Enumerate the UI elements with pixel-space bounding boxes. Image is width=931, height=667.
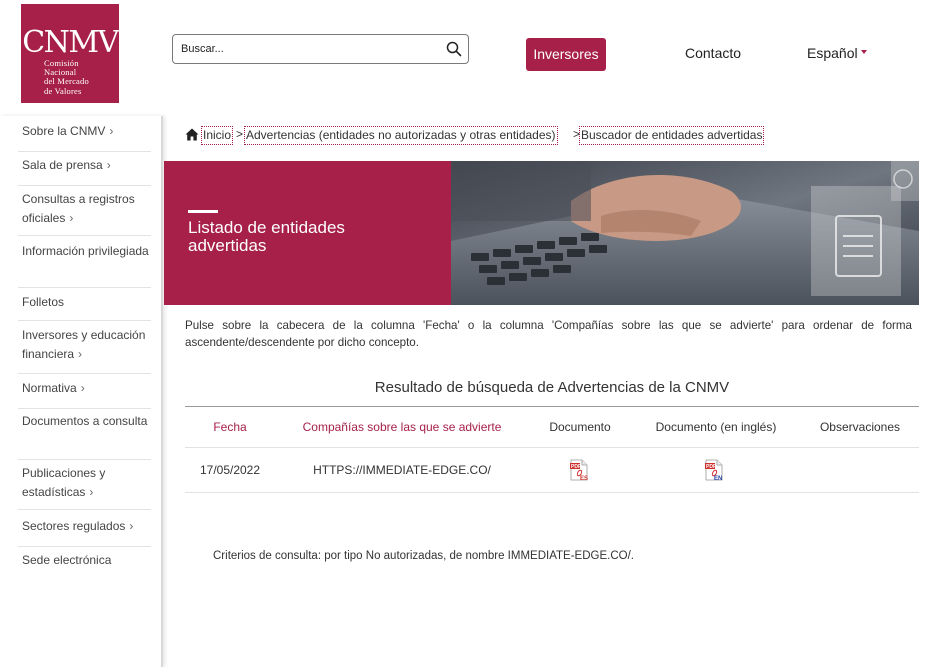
chevron-right-icon: › xyxy=(80,381,85,395)
search-icon[interactable] xyxy=(446,41,462,57)
logo-subtitle: Comisión Nacional del Mercado de Valores xyxy=(44,58,118,96)
investors-button[interactable]: Inversores xyxy=(526,38,606,71)
sort-instructions: Pulse sobre la cabecera de la columna 'F… xyxy=(185,319,912,349)
page-title: Listado de entidades advertidas xyxy=(188,218,345,255)
page-banner: Listado de entidades advertidas xyxy=(164,161,919,305)
sidebar-item-publicaciones[interactable]: Publicaciones y estadísticas › xyxy=(18,464,151,510)
table-bottom-border xyxy=(185,492,919,493)
breadcrumb-buscador[interactable]: Buscador de entidades advertidas xyxy=(579,126,765,145)
home-icon[interactable] xyxy=(185,128,199,141)
cell-fecha: 17/05/2022 xyxy=(199,463,261,477)
cell-company: HTTPS://IMMEDIATE-EDGE.CO/ xyxy=(313,463,491,477)
breadcrumb-separator: > xyxy=(236,127,244,141)
sidebar-item-label: Folletos xyxy=(22,295,65,309)
pdf-english-icon[interactable]: PDF EN xyxy=(703,458,727,482)
site-header: CNMV Comisión Nacional del Mercado de Va… xyxy=(0,0,931,116)
sidebar-item-consultas-registros[interactable]: Consultas a registros oficiales › xyxy=(18,190,151,236)
chevron-right-icon: › xyxy=(106,158,111,172)
pdf-spanish-icon[interactable]: PDF ES xyxy=(568,458,592,482)
sidebar-item-label: Normativa xyxy=(22,381,77,395)
language-label: Español xyxy=(807,45,858,61)
cnmv-logo[interactable]: CNMV Comisión Nacional del Mercado de Va… xyxy=(21,4,119,103)
sidebar-item-label: Sede electrónica xyxy=(22,553,112,567)
sidebar-item-sectores-regulados[interactable]: Sectores regulados › xyxy=(18,517,151,547)
sidebar-item-label: Sectores regulados xyxy=(22,519,126,533)
sidebar-item-inversores-educacion[interactable]: Inversores y educación financiera › xyxy=(18,326,151,374)
banner-laptop-image xyxy=(451,161,919,305)
sidebar-item-folletos[interactable]: Folletos xyxy=(18,293,151,321)
sidebar-item-label: Documentos a consulta xyxy=(22,414,148,428)
sidebar-item-label: Consultas a registros oficiales xyxy=(22,192,135,225)
search-input[interactable] xyxy=(181,40,441,58)
chevron-right-icon: › xyxy=(78,347,83,361)
sidebar-item-sala-de-prensa[interactable]: Sala de prensa › xyxy=(18,156,151,186)
banner-title-panel: Listado de entidades advertidas xyxy=(164,161,451,305)
sidebar-nav: Sobre la CNMV › Sala de prensa › Consultas… xyxy=(0,116,163,667)
logo-wordmark: CNMV xyxy=(22,25,119,60)
logo-line: de Valores xyxy=(44,85,82,96)
column-header-observaciones: Observaciones xyxy=(819,420,901,434)
sidebar-item-sede-electronica[interactable]: Sede electrónica xyxy=(18,551,151,581)
pdf-es-label: ES xyxy=(580,476,588,482)
column-header-fecha[interactable]: Fecha xyxy=(190,420,270,434)
banner-accent-bar xyxy=(188,210,218,213)
table-header-separator xyxy=(185,447,919,448)
sidebar-item-label: Sobre la CNMV xyxy=(22,124,106,138)
column-header-companias[interactable]: Compañías sobre las que se advierte xyxy=(292,420,512,434)
breadcrumb-inicio[interactable]: Inicio xyxy=(201,126,234,145)
pdf-en-label: EN xyxy=(714,476,722,482)
column-header-documento: Documento xyxy=(549,420,611,434)
breadcrumb-advertencias[interactable]: Advertencias (entidades no autorizadas y… xyxy=(244,126,558,145)
chevron-right-icon: › xyxy=(69,211,74,225)
caret-down-icon xyxy=(860,50,867,55)
search-criteria: Criterios de consulta: por tipo No autor… xyxy=(213,550,634,562)
column-header-documento-ingles: Documento (en inglés) xyxy=(655,420,777,434)
contact-link[interactable]: Contacto xyxy=(685,45,741,61)
sidebar-item-label: Inversores y educación financiera xyxy=(22,328,146,361)
sidebar-item-informacion-privilegiada[interactable]: Información privilegiada xyxy=(18,242,151,288)
svg-text:PDF: PDF xyxy=(571,464,581,470)
sidebar-item-label: Sala de prensa xyxy=(22,158,103,172)
table-top-border xyxy=(185,406,919,407)
search-box xyxy=(172,34,469,64)
sidebar-item-label: Información privilegiada xyxy=(22,244,149,258)
sidebar-item-documentos-consulta[interactable]: Documentos a consulta xyxy=(18,412,151,460)
chevron-right-icon: › xyxy=(89,485,94,499)
results-title: Resultado de búsqueda de Advertencias de… xyxy=(374,379,730,396)
chevron-right-icon: › xyxy=(129,519,134,533)
sidebar-item-sobre-la-cnmv[interactable]: Sobre la CNMV › xyxy=(18,122,151,152)
sidebar-item-normativa[interactable]: Normativa › xyxy=(18,379,151,409)
svg-text:PDF: PDF xyxy=(706,464,716,470)
chevron-right-icon: › xyxy=(109,124,114,138)
language-selector[interactable]: Español xyxy=(807,45,867,61)
